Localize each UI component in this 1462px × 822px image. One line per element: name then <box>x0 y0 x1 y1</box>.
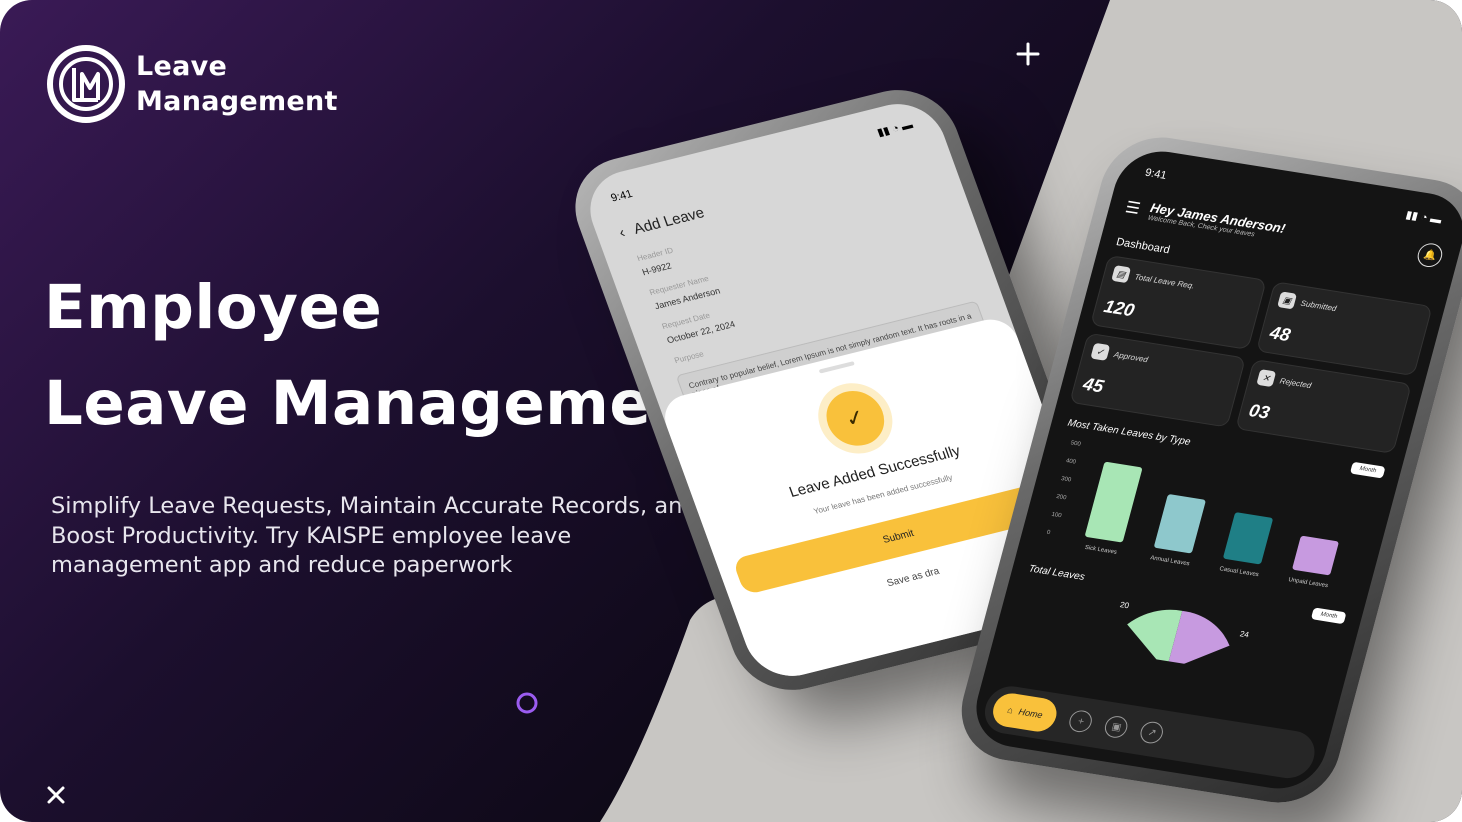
bell-icon[interactable]: 🔔 <box>1414 241 1445 269</box>
menu-icon[interactable]: ☰ <box>1123 197 1142 219</box>
tile-label: Submitted <box>1299 298 1338 313</box>
check-circle-icon: ✓ <box>818 385 893 452</box>
lm-logo-icon <box>47 45 125 123</box>
x-tick-label: Casual Leaves <box>1219 566 1260 578</box>
y-tick-label: 300 <box>1060 476 1072 483</box>
nav-home[interactable]: ⌂ Home <box>989 691 1061 734</box>
document-icon: ▤ <box>1111 265 1132 284</box>
analytics-icon[interactable]: ↗ <box>1138 720 1166 746</box>
tile-label: Total Leave Req. <box>1133 271 1196 291</box>
x-tick-label: Unpaid Leaves <box>1288 577 1329 589</box>
pie-label: 24 <box>1239 629 1251 639</box>
x-tick-label: Annual Leaves <box>1149 555 1190 567</box>
brand-line1: Leave <box>136 51 228 82</box>
title-line2: Leave Management <box>44 368 725 439</box>
add-circle-icon[interactable]: + <box>1067 708 1095 734</box>
brand-logo: Leave Management <box>46 44 338 124</box>
bar[interactable] <box>1085 461 1143 543</box>
ring-decoration-icon <box>516 692 538 714</box>
x-tick-label: Sick Leaves <box>1084 545 1117 556</box>
y-tick-label: 0 <box>1046 530 1051 536</box>
banner: Leave Management Employee Leave Manageme… <box>0 0 1462 822</box>
submit-doc-icon: ▣ <box>1277 291 1298 310</box>
tile-label: Rejected <box>1278 375 1313 390</box>
page-subtitle: Simplify Leave Requests, Maintain Accura… <box>51 493 697 578</box>
tile-value: 120 <box>1101 296 1137 321</box>
tile-label: Approved <box>1112 349 1150 364</box>
tile-value: 48 <box>1267 322 1293 346</box>
plus-sparkle-icon <box>1016 42 1040 66</box>
y-tick-label: 500 <box>1070 440 1082 447</box>
back-arrow-icon[interactable]: ‹ <box>617 224 628 241</box>
nav-home-label: Home <box>1017 706 1044 721</box>
period-select[interactable]: Month <box>1350 461 1386 479</box>
y-tick-label: 100 <box>1051 512 1063 519</box>
calendar-add-icon[interactable]: ▣ <box>1102 714 1131 740</box>
total-period-select[interactable]: Month <box>1311 607 1347 625</box>
bar[interactable] <box>1292 535 1339 576</box>
y-tick-label: 200 <box>1056 494 1068 501</box>
approved-icon: ✓ <box>1090 342 1111 361</box>
cross-sparkle-icon <box>47 786 65 804</box>
brand-line2: Management <box>136 86 338 117</box>
bar[interactable] <box>1223 512 1273 565</box>
rejected-icon: ✕ <box>1256 369 1277 388</box>
sheet-handle[interactable] <box>818 361 855 374</box>
brand-name: Leave Management <box>136 49 338 119</box>
pie-label: 20 <box>1119 600 1131 610</box>
y-tick-label: 400 <box>1065 458 1077 465</box>
bar[interactable] <box>1154 494 1206 554</box>
home-icon: ⌂ <box>1006 704 1015 716</box>
